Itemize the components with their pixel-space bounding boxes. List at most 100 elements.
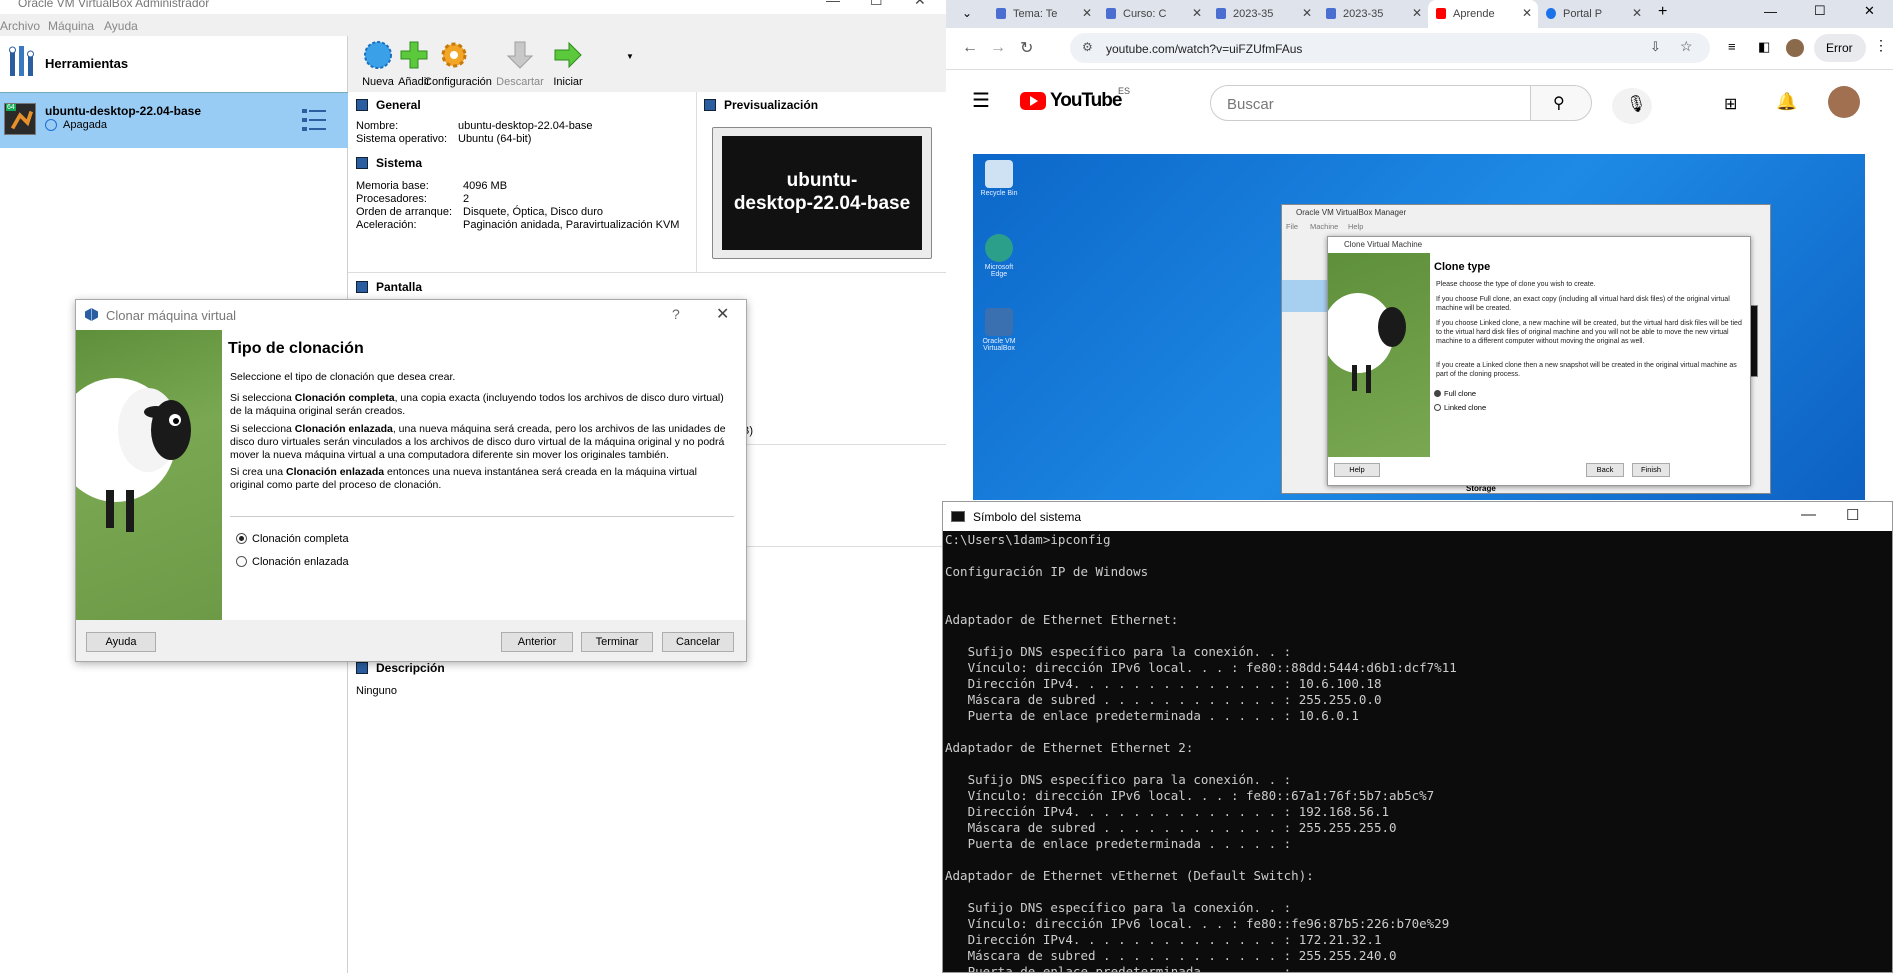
youtube-wordmark[interactable]: YouTube xyxy=(1050,90,1122,112)
video-linked-clone-option: Linked clone xyxy=(1444,403,1487,412)
sidepanel-icon[interactable]: ◧ xyxy=(1758,39,1770,55)
help-icon[interactable]: ? xyxy=(672,306,680,322)
menu-maquina[interactable]: Máquina xyxy=(48,19,94,33)
preview-header[interactable]: Previsualización xyxy=(704,98,818,112)
description-header[interactable]: Descripción xyxy=(356,661,445,675)
recycle-bin-icon xyxy=(985,160,1013,188)
close-button[interactable]: ✕ xyxy=(914,0,926,9)
tab-close-icon[interactable]: ✕ xyxy=(1632,6,1642,20)
console-line: Adaptador de Ethernet Ethernet: xyxy=(945,612,1179,627)
menu-ayuda[interactable]: Ayuda xyxy=(104,19,138,33)
os-value: Ubuntu (64-bit) xyxy=(458,133,532,145)
forward-icon[interactable]: → xyxy=(990,39,1006,57)
cmd-icon xyxy=(951,511,965,522)
discard-arrow-icon xyxy=(506,41,534,69)
start-button[interactable]: Iniciar xyxy=(538,38,598,90)
console-output[interactable]: C:\Users\1dam>ipconfig Configuración IP … xyxy=(945,532,1890,972)
console-line: Vínculo: dirección IPv6 local. . . : fe8… xyxy=(945,916,1450,931)
more-menu-icon[interactable]: ⋮ xyxy=(1874,37,1888,54)
maximize-icon[interactable]: ☐ xyxy=(1814,3,1826,19)
tab-close-icon[interactable]: ✕ xyxy=(1412,6,1422,20)
console-line: Dirección IPv4. . . . . . . . . . . . . … xyxy=(945,804,1390,819)
video-player[interactable]: Recycle Bin Microsoft Edge Oracle VM Vir… xyxy=(973,154,1865,500)
back-icon[interactable]: ← xyxy=(962,39,978,57)
close-icon[interactable]: ✕ xyxy=(716,304,729,324)
video-clone-title: Clone Virtual Machine xyxy=(1328,237,1750,253)
video-menu-machine: Machine xyxy=(1310,222,1339,231)
notifications-bell-icon[interactable]: 🔔 xyxy=(1776,92,1797,112)
display-header[interactable]: Pantalla xyxy=(356,280,422,294)
cancel-button[interactable]: Cancelar xyxy=(662,632,734,652)
video-back-button: Back xyxy=(1586,463,1624,477)
video-radio-full xyxy=(1434,390,1441,397)
maximize-icon[interactable]: ☐ xyxy=(1846,506,1859,524)
tab-close-icon[interactable]: ✕ xyxy=(1082,6,1092,20)
linked-clone-description: Si selecciona Clonación enlazada, una nu… xyxy=(230,423,726,461)
bookmark-star-icon[interactable]: ☆ xyxy=(1680,38,1693,55)
general-header[interactable]: General xyxy=(356,98,421,112)
tab-6[interactable]: Portal P ✕ xyxy=(1538,0,1648,28)
minimize-button[interactable]: — xyxy=(826,0,840,8)
full-clone-label[interactable]: Clonación completa xyxy=(252,533,349,545)
media-icon[interactable]: ≡ xyxy=(1728,39,1736,54)
tab-5-active[interactable]: Aprende ✕ xyxy=(1428,0,1538,28)
tab-close-icon[interactable]: ✕ xyxy=(1302,6,1312,20)
start-dropdown-icon[interactable]: ▼ xyxy=(626,52,634,61)
console-line: Dirección IPv4. . . . . . . . . . . . . … xyxy=(945,676,1382,691)
site-info-icon[interactable]: ⚙ xyxy=(1082,40,1093,54)
dialog-titlebar: Clonar máquina virtual ? ✕ xyxy=(76,300,746,330)
preview-screen: ubuntu- desktop-22.04-base xyxy=(722,136,922,250)
os-label: Sistema operativo: xyxy=(356,133,448,145)
chrome-window: ⌄ Tema: Te ✕ Curso: C ✕ 2023-35 ✕ 2023-35 ✕ … xyxy=(946,0,1893,500)
new-tab-icon[interactable]: + xyxy=(1658,3,1667,21)
reload-icon[interactable]: ↻ xyxy=(1020,38,1033,58)
tab-4[interactable]: 2023-35 ✕ xyxy=(1318,0,1428,28)
list-menu-icon[interactable] xyxy=(302,107,326,133)
back-button[interactable]: Anterior xyxy=(501,632,573,652)
full-clone-radio[interactable] xyxy=(236,533,247,544)
finish-button[interactable]: Terminar xyxy=(581,632,653,652)
url-text[interactable]: youtube.com/watch?v=uiFZUfmFAus xyxy=(1106,42,1302,56)
tab-search-icon[interactable]: ⌄ xyxy=(962,6,972,20)
tab-3[interactable]: 2023-35 ✕ xyxy=(1208,0,1318,28)
virtualbox-icon xyxy=(85,308,98,321)
create-video-icon[interactable]: ⊞ xyxy=(1724,94,1737,114)
linked-clone-radio[interactable] xyxy=(236,556,247,567)
youtube-avatar[interactable] xyxy=(1828,86,1860,118)
close-icon[interactable]: ✕ xyxy=(1864,3,1875,19)
video-radio-linked xyxy=(1434,404,1441,411)
install-icon[interactable]: ⇩ xyxy=(1650,39,1661,55)
desktop-recycle-bin: Recycle Bin xyxy=(979,160,1019,197)
console-line: Puerta de enlace predeterminada . . . . … xyxy=(945,964,1292,972)
minimize-icon[interactable]: — xyxy=(1764,4,1777,19)
tab-close-icon[interactable]: ✕ xyxy=(1522,6,1532,20)
hamburger-menu-icon[interactable]: ☰ xyxy=(972,88,990,113)
profile-avatar[interactable] xyxy=(1786,39,1804,57)
console-line: Adaptador de Ethernet vEthernet (Default… xyxy=(945,868,1314,883)
tab-1[interactable]: Tema: Te ✕ xyxy=(988,0,1098,28)
console-line: Dirección IPv4. . . . . . . . . . . . . … xyxy=(945,932,1382,947)
divider xyxy=(348,272,946,273)
tools-item[interactable]: Herramientas xyxy=(0,36,348,92)
memory-label: Memoria base: xyxy=(356,180,429,192)
tab-2[interactable]: Curso: C ✕ xyxy=(1098,0,1208,28)
maximize-button[interactable]: ☐ xyxy=(870,0,883,9)
minimize-icon[interactable]: — xyxy=(1801,506,1816,523)
youtube-search-input[interactable]: Buscar xyxy=(1210,85,1532,121)
settings-button[interactable]: Configuración xyxy=(424,38,492,90)
search-button[interactable]: ⚲ xyxy=(1530,85,1592,121)
menu-archivo[interactable]: Archivo xyxy=(0,19,40,33)
tab-close-icon[interactable]: ✕ xyxy=(1192,6,1202,20)
system-header[interactable]: Sistema xyxy=(356,156,422,170)
help-button[interactable]: Ayuda xyxy=(86,632,156,652)
vm-list-item[interactable]: 64 ubuntu-desktop-22.04-base Apagada xyxy=(0,92,348,148)
console-line: Vínculo: dirección IPv6 local. . . : fe8… xyxy=(945,788,1435,803)
preview-line-1: ubuntu- xyxy=(786,170,858,191)
linked-clone-label[interactable]: Clonación enlazada xyxy=(252,556,349,568)
error-chip[interactable]: Error xyxy=(1814,34,1866,62)
omnibox[interactable]: ⚙ youtube.com/watch?v=uiFZUfmFAus ⇩ ☆ xyxy=(1070,33,1710,63)
tools-label: Herramientas xyxy=(45,56,129,71)
name-value: ubuntu-desktop-22.04-base xyxy=(458,120,593,132)
